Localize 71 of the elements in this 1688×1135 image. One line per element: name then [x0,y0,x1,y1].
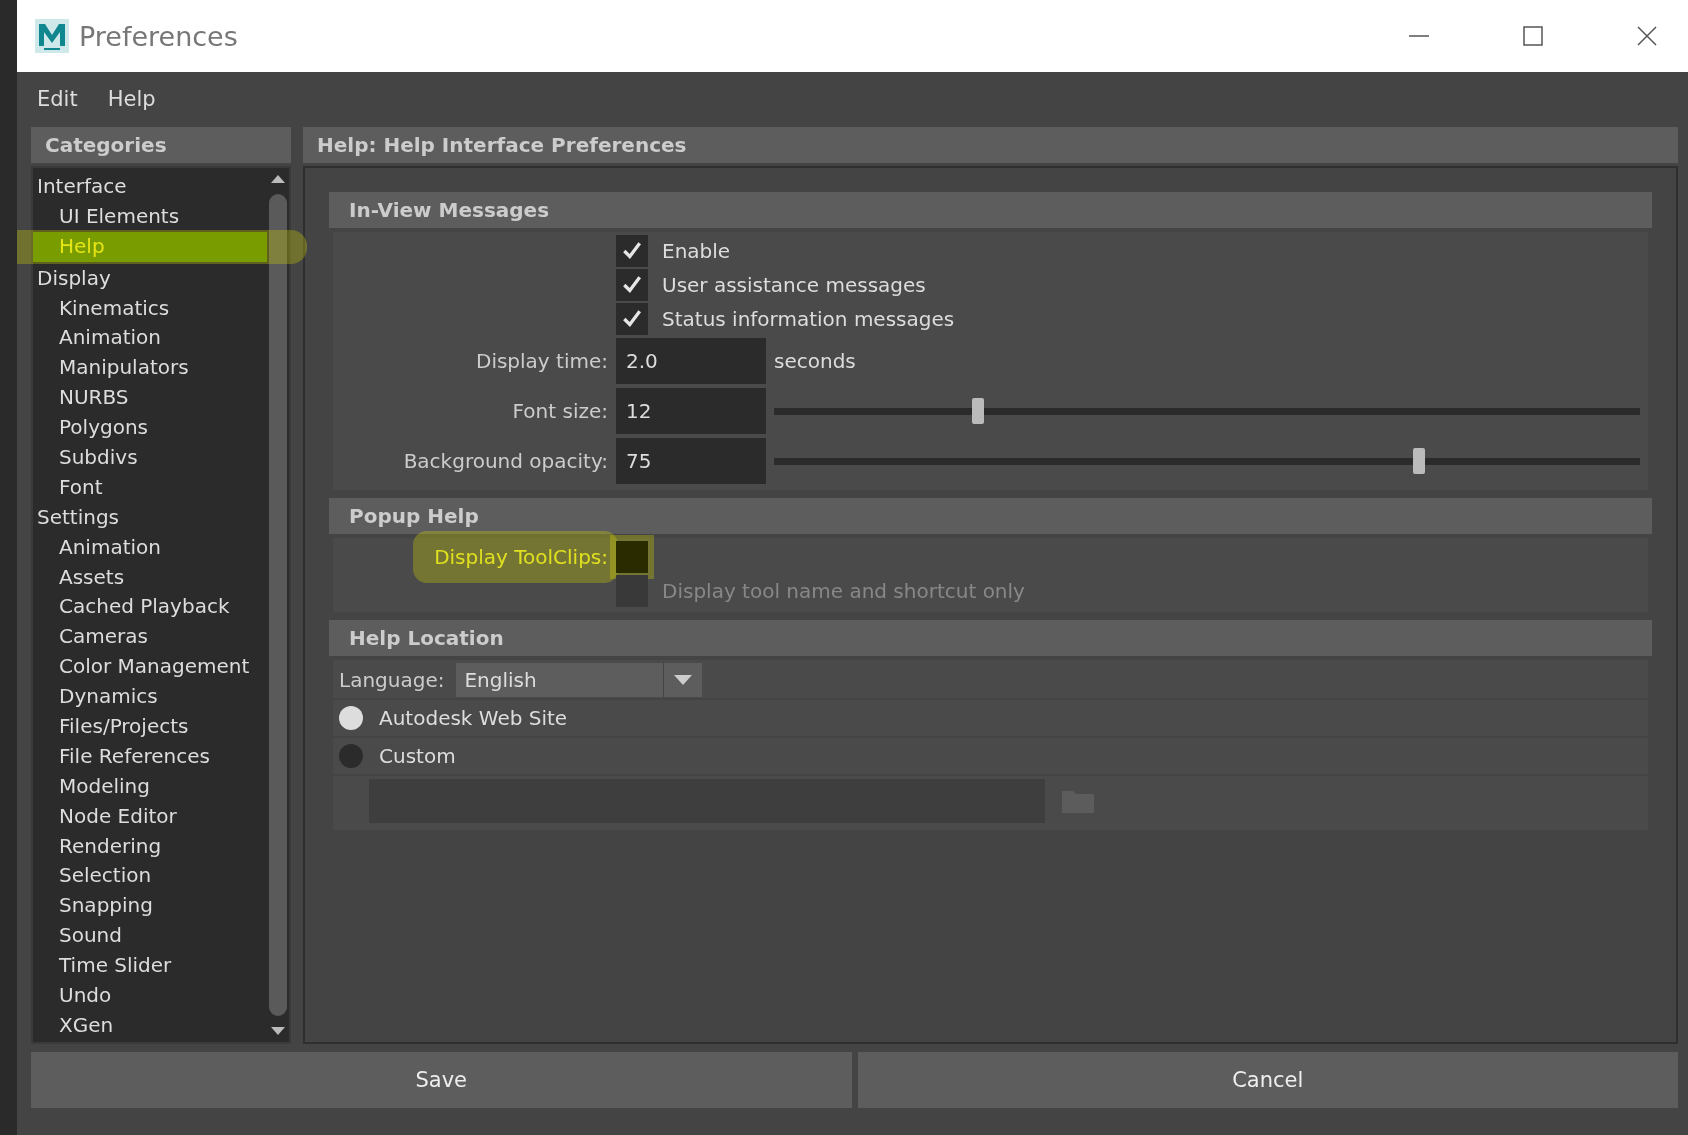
input-field[interactable]: 75 [616,438,766,484]
caret-icon [674,675,693,685]
category-item[interactable]: Dynamics [33,682,267,713]
dialog-button[interactable]: Cancel [857,1052,1678,1108]
category-item[interactable]: Cached Playback [33,592,267,623]
arrow-up-icon[interactable] [270,174,286,184]
category-item[interactable]: Manipulators [33,353,267,384]
maximize-icon[interactable] [1522,25,1544,47]
radio-label: Custom [379,744,456,768]
category-item[interactable]: UI Elements [33,201,267,232]
category-item[interactable]: Interface [33,172,267,202]
checkbox[interactable] [616,541,648,573]
category-item[interactable]: Selection [33,861,267,892]
category-item[interactable]: Polygons [33,413,267,443]
field-label: Language: [339,668,445,692]
checkbox-label: Status information messages [662,307,955,331]
category-item[interactable]: Undo [33,981,267,1011]
checkbox-label: Enable [662,239,731,263]
category-item[interactable]: Subdivs [33,443,267,473]
checkmark-icon [621,308,643,330]
dialog-button[interactable]: Save [31,1052,852,1108]
checkbox-label: User assistance messages [662,273,926,297]
input-field[interactable]: 2.0 [616,338,766,384]
menu-item[interactable]: Edit [37,86,78,111]
checkbox[interactable] [616,269,648,301]
category-item[interactable]: Animation [33,532,267,563]
category-item[interactable]: NURBS [33,383,267,414]
panel-header: Help: Help Interface Preferences [303,127,1678,163]
category-item[interactable]: Cameras [33,622,267,653]
slider-handle[interactable] [1413,448,1426,474]
checkbox-label: Display tool name and shortcut only [662,579,1025,603]
category-item[interactable]: Settings [33,502,267,533]
categories-header: Categories [31,127,291,163]
menu-item[interactable]: Help [107,86,156,111]
field-label: Display time: [475,349,608,373]
radio-button[interactable] [339,706,363,730]
checkmark-icon [621,240,643,262]
category-item[interactable]: Color Management [33,652,267,683]
section-header: Popup Help [329,498,1652,534]
category-item[interactable]: Modeling [33,771,267,802]
category-item[interactable]: File References [33,741,267,772]
field-label: Background opacity: [402,449,608,473]
checkbox[interactable] [616,303,648,335]
close-icon[interactable] [1636,25,1658,47]
checkbox[interactable] [616,235,648,267]
category-item[interactable]: Sound [33,921,267,952]
category-item[interactable]: Rendering [33,831,267,862]
section-header: In-View Messages [329,192,1652,228]
field-label: Font size: [511,399,608,423]
category-item[interactable]: Time Slider [33,951,267,982]
category-item[interactable]: Font [33,472,267,503]
radio-button[interactable] [339,744,363,768]
category-item[interactable]: Assets [33,562,267,593]
slider-handle[interactable] [971,398,984,424]
category-item[interactable]: XGen [33,1010,267,1041]
unit-label: seconds [774,349,857,373]
section-header: Help Location [329,620,1652,656]
arrow-down-icon[interactable] [270,1026,286,1036]
app-logo-icon [35,19,69,53]
category-item[interactable]: Snapping [33,891,267,922]
language-dropdown[interactable]: English [456,663,703,697]
category-item[interactable]: Animation [33,323,267,354]
window-title: Preferences [79,20,238,52]
category-item[interactable]: Node Editor [33,801,267,832]
category-item[interactable]: Files/Projects [33,712,267,742]
category-item[interactable]: Display [33,263,267,294]
radio-label: Autodesk Web Site [379,706,568,730]
input-field[interactable]: 12 [616,388,766,434]
checkmark-icon [621,274,643,296]
category-item[interactable]: Kinematics [33,293,267,324]
field-label: Display ToolClips: [413,531,618,583]
